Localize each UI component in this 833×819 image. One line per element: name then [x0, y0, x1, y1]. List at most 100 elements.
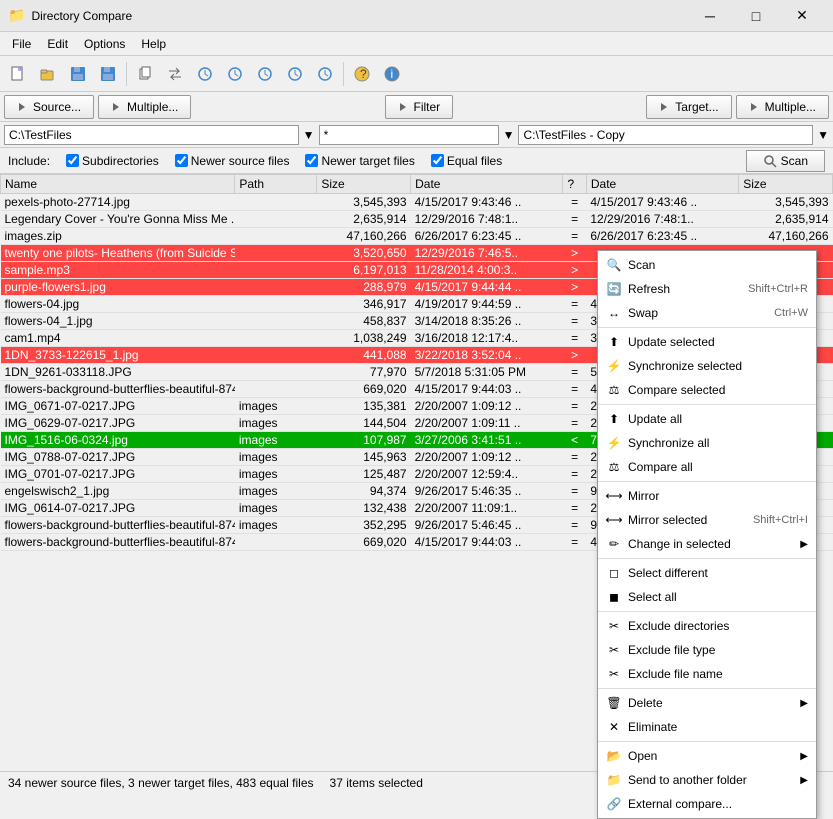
context-menu-item[interactable]: ⟷Mirror: [598, 484, 816, 508]
context-menu-submenu-arrow: ▶: [800, 751, 808, 762]
save2-button[interactable]: [94, 60, 122, 88]
sync4-button[interactable]: [281, 60, 309, 88]
sync2-button[interactable]: [221, 60, 249, 88]
context-menu-item[interactable]: 📁Send to another folder▶: [598, 768, 816, 792]
help-button[interactable]: ?: [348, 60, 376, 88]
context-menu-item[interactable]: 🔗External compare...: [598, 792, 816, 816]
context-menu-item[interactable]: ⟷Mirror selectedShift+Ctrl+I: [598, 508, 816, 532]
context-menu-submenu-arrow: ▶: [800, 775, 808, 786]
right-path-input[interactable]: [518, 125, 813, 145]
context-menu-item[interactable]: ◻Select different: [598, 561, 816, 585]
newer-target-option[interactable]: Newer target files: [305, 154, 414, 168]
sync5-button[interactable]: [311, 60, 339, 88]
newer-source-option[interactable]: Newer source files: [175, 154, 290, 168]
context-menu-item[interactable]: ↔SwapCtrl+W: [598, 301, 816, 325]
col-header-date-r[interactable]: Date: [586, 175, 738, 194]
context-menu-item-label: Change in selected: [628, 537, 794, 551]
equal-files-option[interactable]: Equal files: [431, 154, 502, 168]
change-icon: ✏: [606, 536, 622, 552]
context-menu-shortcut: Ctrl+W: [774, 307, 808, 319]
app-title: Directory Compare: [31, 9, 132, 23]
menu-edit[interactable]: Edit: [39, 32, 76, 56]
context-menu-shortcut: Shift+Ctrl+I: [753, 514, 808, 526]
table-row[interactable]: Legendary Cover - You're Gonna Miss Me .…: [1, 211, 833, 228]
source-button[interactable]: Source...: [4, 95, 94, 119]
context-menu-item-label: Scan: [628, 258, 808, 272]
col-header-size-r[interactable]: Size: [739, 175, 833, 194]
multiple1-button[interactable]: Multiple...: [98, 95, 191, 119]
col-header-date-l[interactable]: Date: [411, 175, 563, 194]
subdirectories-option[interactable]: Subdirectories: [66, 154, 159, 168]
table-row[interactable]: images.zip47,160,2666/26/2017 6:23:45 ..…: [1, 228, 833, 245]
target-button[interactable]: Target...: [646, 95, 731, 119]
ext-icon: 🔗: [606, 796, 622, 812]
context-menu-item[interactable]: ⚡Synchronize selected: [598, 354, 816, 378]
context-menu-item-label: Delete: [628, 696, 794, 710]
col-header-name[interactable]: Name: [1, 175, 235, 194]
col-header-path[interactable]: Path: [235, 175, 317, 194]
context-menu-shortcut: Shift+Ctrl+R: [748, 283, 808, 295]
context-menu-item[interactable]: 🔍Scan: [598, 253, 816, 277]
include-label: Include:: [8, 154, 50, 168]
new-button[interactable]: [4, 60, 32, 88]
maximize-button[interactable]: □: [733, 0, 779, 32]
update-icon: ⬆: [606, 411, 622, 427]
toolbar-sep-1: [126, 62, 127, 86]
options-row: Include: Subdirectories Newer source fil…: [0, 148, 833, 174]
filter-arrow: ▼: [503, 128, 515, 142]
col-header-sym[interactable]: ?: [563, 175, 586, 194]
left-path-input[interactable]: [4, 125, 299, 145]
table-header: Name Path Size Date ? Date Size: [1, 175, 833, 194]
menu-options[interactable]: Options: [76, 32, 133, 56]
context-menu-item[interactable]: 🗑Delete▶: [598, 691, 816, 715]
context-menu-item[interactable]: ⚖Compare all: [598, 455, 816, 479]
open-button[interactable]: [34, 60, 62, 88]
sync1-button[interactable]: [191, 60, 219, 88]
svg-text:?: ?: [360, 67, 367, 81]
context-menu-item[interactable]: ✂Exclude file type: [598, 638, 816, 662]
context-menu-item[interactable]: 🔄RefreshShift+Ctrl+R: [598, 277, 816, 301]
context-menu-item[interactable]: ✏Change in selected▶: [598, 532, 816, 556]
sync-icon: ⚡: [606, 435, 622, 451]
context-menu-item[interactable]: ✂Exclude directories: [598, 614, 816, 638]
multiple2-button[interactable]: Multiple...: [736, 95, 829, 119]
info-button[interactable]: i: [378, 60, 406, 88]
context-menu-item-label: Synchronize selected: [628, 359, 808, 373]
minimize-button[interactable]: ─: [687, 0, 733, 32]
context-menu-separator: [598, 404, 816, 405]
context-menu-item-label: Mirror: [628, 489, 808, 503]
svg-text:i: i: [391, 67, 394, 81]
save-button[interactable]: [64, 60, 92, 88]
compare-icon: ⚖: [606, 382, 622, 398]
menu-file[interactable]: File: [4, 32, 39, 56]
close-button[interactable]: ✕: [779, 0, 825, 32]
selectall-icon: ◼: [606, 589, 622, 605]
table-row[interactable]: pexels-photo-27714.jpg3,545,3934/15/2017…: [1, 194, 833, 211]
title-bar: 📁 Directory Compare ─ □ ✕: [0, 0, 833, 32]
context-menu-item-label: Exclude directories: [628, 619, 808, 633]
menu-help[interactable]: Help: [133, 32, 174, 56]
context-menu-item[interactable]: ⬆Update selected: [598, 330, 816, 354]
context-menu-item[interactable]: ✂Exclude file name: [598, 662, 816, 686]
mirror-icon: ⟷: [606, 512, 622, 528]
path-row: ▼ ▼ ▼: [0, 122, 833, 148]
col-header-size-l[interactable]: Size: [317, 175, 411, 194]
swap-button[interactable]: [161, 60, 189, 88]
scan-button[interactable]: Scan: [746, 150, 825, 172]
toolbar: ? i: [0, 56, 833, 92]
filter-button[interactable]: Filter: [385, 95, 454, 119]
send-icon: 📁: [606, 772, 622, 788]
path-arrow: ▼: [303, 128, 315, 142]
context-menu-item-label: Update all: [628, 412, 808, 426]
context-menu-item[interactable]: ⬆ Update all: [598, 407, 816, 431]
copy-button[interactable]: [131, 60, 159, 88]
exclude-icon: ✂: [606, 642, 622, 658]
context-menu-item[interactable]: ⚡Synchronize all: [598, 431, 816, 455]
sync3-button[interactable]: [251, 60, 279, 88]
context-menu-item[interactable]: ✕Eliminate: [598, 715, 816, 739]
context-menu-item[interactable]: 📂Open▶: [598, 744, 816, 768]
filter-input[interactable]: [319, 125, 499, 145]
context-menu-item[interactable]: ⚖Compare selected: [598, 378, 816, 402]
context-menu-item[interactable]: ◼Select all: [598, 585, 816, 609]
open-icon: 📂: [606, 748, 622, 764]
